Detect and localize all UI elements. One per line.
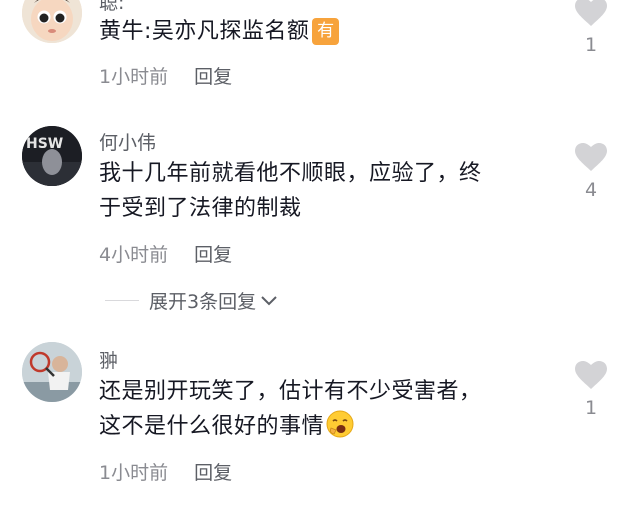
comment-time: 4小时前	[99, 244, 169, 266]
comment-meta: 4小时前 回复	[99, 240, 232, 267]
like-count: 1	[584, 34, 598, 56]
comment-text-line: 我十几年前就看他不顺眼，应验了，终	[99, 161, 482, 186]
comment-text: 还是别开玩笑了，估计有不少受害者， 这不是什么很好的事情	[99, 374, 482, 444]
reply-button[interactable]: 回复	[194, 462, 232, 484]
heart-icon	[575, 361, 607, 389]
avatar[interactable]	[22, 0, 82, 43]
comment-time: 1小时前	[99, 66, 169, 88]
like-count: 4	[584, 179, 598, 201]
reply-button[interactable]: 回复	[194, 66, 232, 88]
comment-item: 聪: 黄牛:吴亦凡探监名额有 1小时前 回复 1	[0, 0, 632, 100]
heart-icon	[575, 143, 607, 171]
comment-text-line: 这不是什么很好的事情	[99, 409, 482, 444]
chevron-down-icon	[261, 295, 277, 305]
avatar[interactable]: HSW	[22, 126, 82, 186]
comment-meta: 1小时前 回复	[99, 458, 232, 485]
yawn-emoji-icon	[326, 410, 354, 438]
emoji-badge: 有	[312, 18, 340, 45]
comment-text: 黄牛:吴亦凡探监名额有	[99, 14, 340, 49]
comment-time: 1小时前	[99, 462, 169, 484]
heart-icon	[575, 0, 607, 26]
like-count: 1	[584, 397, 598, 419]
comment-text-line: 于受到了法律的制裁	[99, 196, 302, 221]
comment-meta: 1小时前 回复	[99, 62, 232, 89]
comment-author[interactable]: 翀	[99, 346, 118, 373]
comment-text-content: 黄牛:吴亦凡探监名额	[99, 19, 310, 44]
comment-text-line: 还是别开玩笑了，估计有不少受害者，	[99, 379, 482, 404]
like-button[interactable]: 1	[574, 0, 608, 56]
expand-replies-label: 展开3条回复	[149, 291, 257, 313]
comment-text-content: 这不是什么很好的事情	[99, 414, 325, 439]
comment-author[interactable]: 何小伟	[99, 128, 156, 155]
comment-author[interactable]: 聪:	[99, 0, 124, 15]
divider-line	[105, 300, 139, 301]
like-button[interactable]: 1	[574, 361, 608, 419]
avatar-text: HSW	[26, 136, 63, 152]
comment-text: 我十几年前就看他不顺眼，应验了，终 于受到了法律的制裁	[99, 156, 482, 226]
avatar[interactable]	[22, 342, 82, 402]
expand-replies-button[interactable]: 展开3条回复	[105, 287, 278, 314]
reply-button[interactable]: 回复	[194, 244, 232, 266]
like-button[interactable]: 4	[574, 143, 608, 201]
